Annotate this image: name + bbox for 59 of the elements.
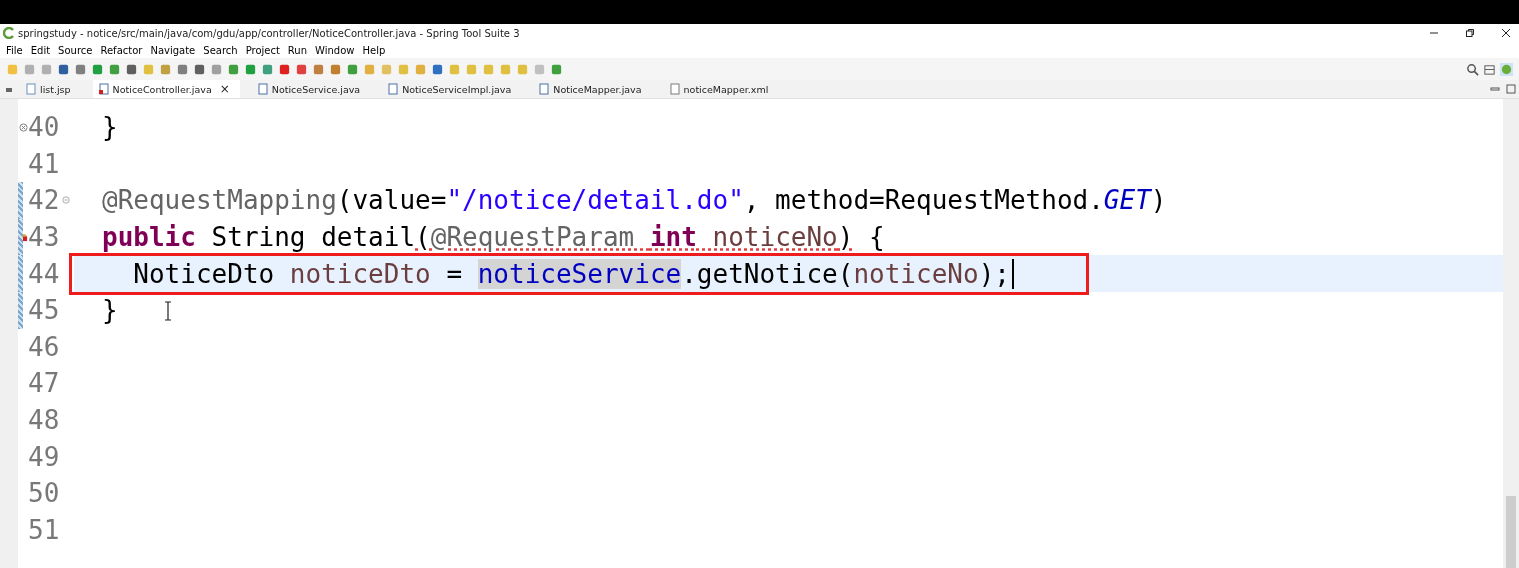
editor-tab[interactable]: noticeMapper.xml [663,80,779,98]
menu-item[interactable]: Search [199,44,242,56]
code-line: NoticeDto noticeDto = noticeService.getNotice(noticeNo); [132,258,1010,289]
line-number: 42 [28,185,60,216]
tab-close-button[interactable]: × [219,82,230,96]
menu-item[interactable]: Window [311,44,359,56]
menu-item[interactable]: Source [54,44,97,56]
editor-tab[interactable]: list.jsp [20,80,81,98]
menu-item[interactable]: Help [358,44,390,56]
vertical-scrollbar[interactable] [1503,99,1519,568]
code-line: @RequestMapping(value="/notice/detail.do", method=RequestMethod.GET) [102,185,1167,216]
tab-label: NoticeController.java [112,83,212,95]
collapse-fold-icon[interactable] [62,196,70,205]
menu-item[interactable]: Run [283,44,312,56]
menu-item[interactable]: Edit [26,44,55,56]
perspective-icon[interactable] [1483,62,1496,76]
text-cursor-icon [164,301,172,321]
file-icon [98,83,109,95]
maximize-icon[interactable] [1506,84,1516,94]
close-icon[interactable] [1501,28,1511,38]
line-number: 50 [28,478,60,509]
line-number: 45 [28,295,60,326]
tab-label: list.jsp [40,83,71,95]
expand-fold-icon[interactable] [19,122,28,132]
code-line: public String detail(@RequestParam int noticeNo) { [102,222,885,253]
editor-tab[interactable]: NoticeServiceImpl.java [382,80,522,98]
scrollbar-thumb[interactable] [1506,496,1516,568]
tab-label: NoticeServiceImpl.java [402,83,512,95]
file-icon [26,83,36,95]
line-number: 40 [28,112,60,143]
editor-tab[interactable]: NoticeMapper.java [533,80,652,98]
line-number: 48 [28,405,60,436]
tab-label: NoticeService.java [271,83,361,95]
minimize-icon[interactable] [1490,84,1500,94]
editor-tab[interactable]: NoticeService.java [251,80,371,98]
line-number: 47 [28,368,60,399]
tab-label: noticeMapper.xml [683,83,769,95]
code-line: } [102,295,118,326]
line-number: 51 [28,514,60,545]
file-icon [539,83,550,95]
file-icon [669,83,680,95]
editor-tab[interactable]: NoticeController.java × [92,80,240,98]
file-icon [388,83,399,95]
file-icon [257,83,268,95]
menu-item[interactable]: File [2,44,27,56]
menu-item[interactable]: Refactor [96,44,147,56]
window-title: springstudy - notice/src/main/java/com/gdu/app/controller/NoticeController.java - Spring Tool Suite 3 [18,27,520,39]
restore-icon[interactable] [1465,28,1475,38]
line-number: 44 [28,258,60,289]
line-number: 49 [28,441,60,472]
app-logo-icon [3,27,15,39]
line-number: 43 [28,222,60,253]
search-icon[interactable] [1466,62,1479,76]
menu-item[interactable]: Project [241,44,284,56]
line-number: 41 [28,148,60,179]
menu-item[interactable]: Navigate [146,44,200,56]
tab-label: NoticeMapper.java [553,83,642,95]
code-line: } [102,112,118,143]
line-number: 46 [28,331,60,362]
